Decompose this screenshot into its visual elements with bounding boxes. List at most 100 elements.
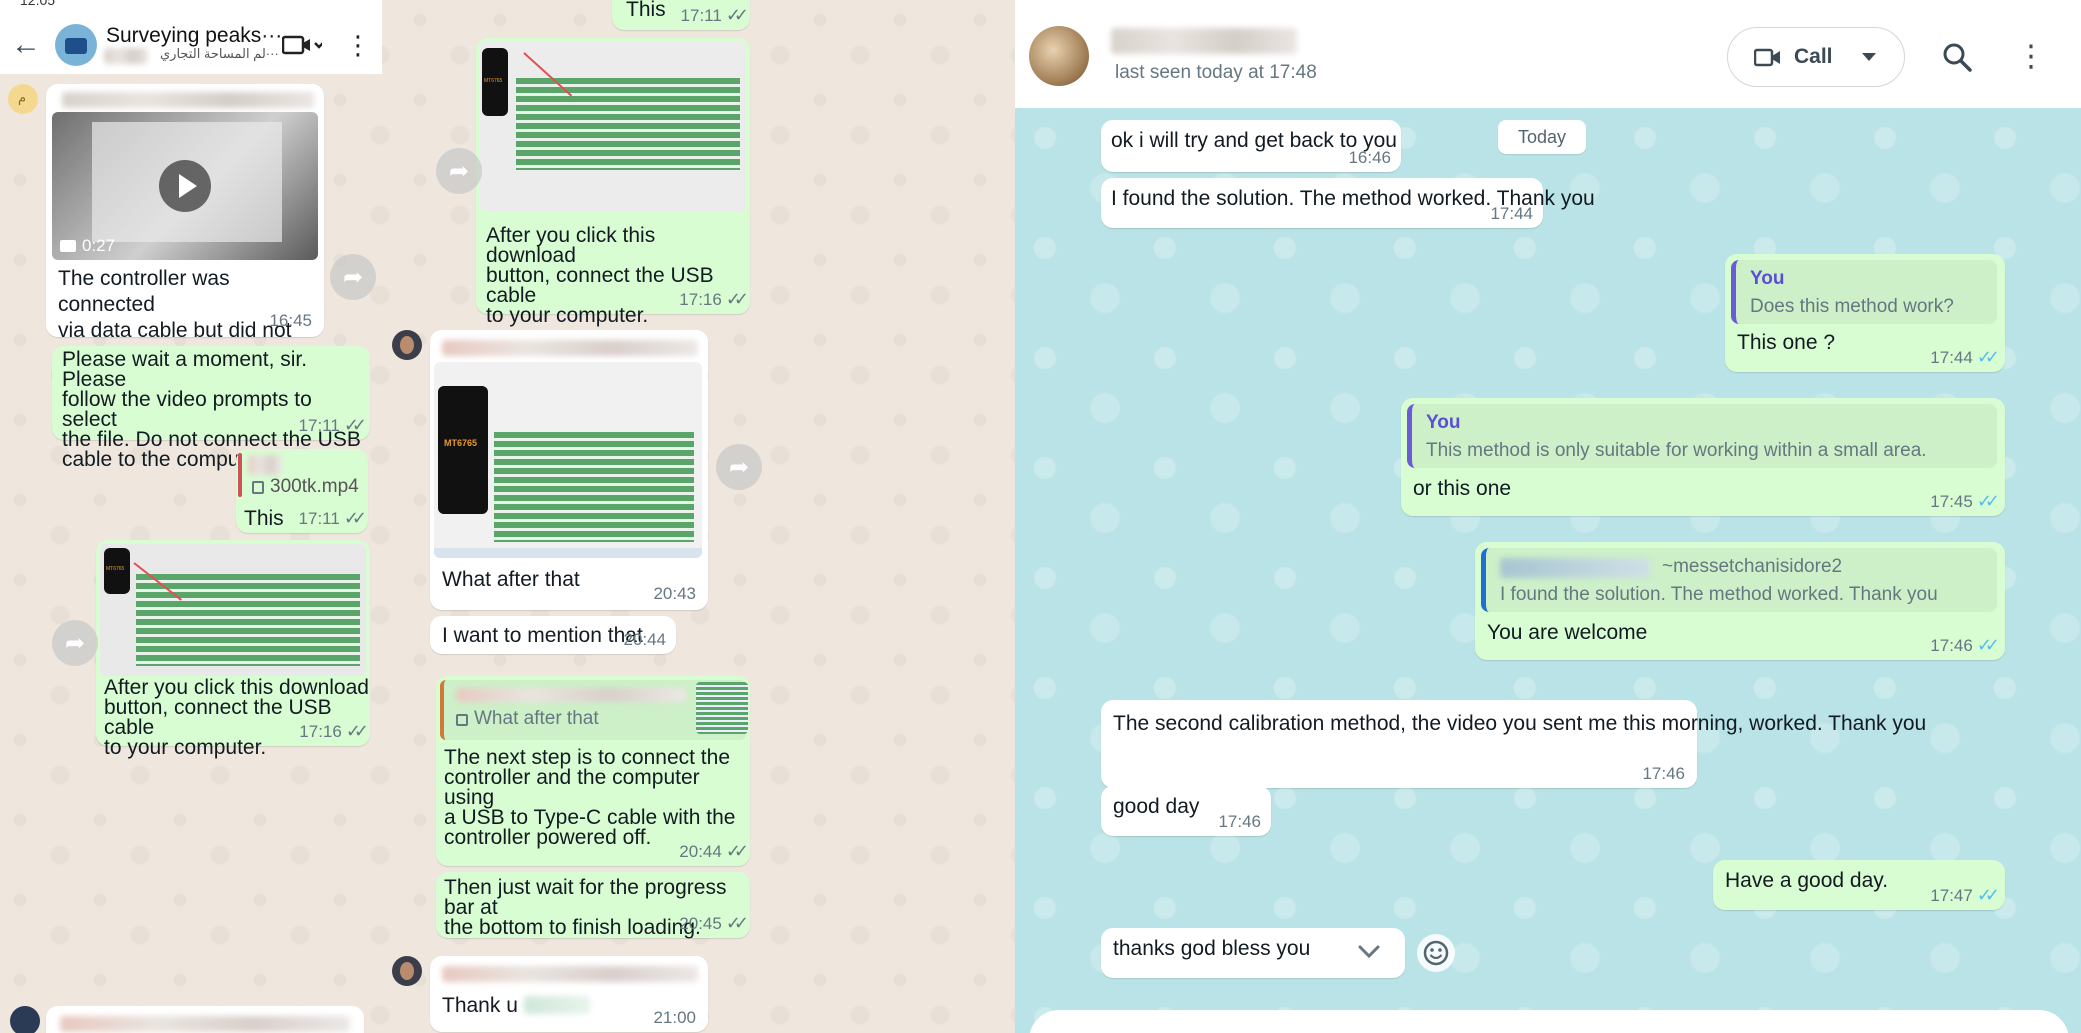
video-thumbnail[interactable]: 0:27	[52, 112, 318, 260]
incoming-message[interactable]: thanks god bless you	[1101, 928, 1405, 978]
image-message[interactable]: MT6765 After you click this download but…	[476, 38, 750, 326]
message-text: thanks god bless you	[1113, 937, 1311, 960]
message-time: 17:11 ✓✓	[298, 508, 368, 528]
incoming-message-partial	[46, 1006, 364, 1033]
message-text: This	[244, 507, 284, 530]
chip-label: MT6765	[444, 438, 478, 448]
chat-title[interactable]: Surveying peaks···	[106, 24, 282, 48]
message-text: Thank u	[442, 994, 518, 1017]
video-duration: 0:27	[82, 236, 116, 255]
desktop-chat-window: last seen today at 17:48 Call ⋮ Today ok…	[1015, 0, 2081, 1033]
double-check-icon: ✓✓	[1976, 885, 2000, 905]
table-rows	[516, 78, 740, 170]
file-icon	[252, 481, 264, 494]
subtitle-redacted	[104, 48, 148, 64]
message-time: 16:45	[269, 311, 312, 330]
message-time: 17:16 ✓✓	[679, 289, 749, 309]
message-text: The next step is to connect the controll…	[444, 746, 736, 849]
reply-message: What after that The next step is to conn…	[436, 676, 750, 866]
double-check-icon: ✓✓	[725, 841, 749, 861]
file-name: 300tk.mp4	[270, 476, 359, 497]
message-time: 20:43	[653, 584, 696, 603]
message-text: You are welcome	[1487, 621, 1648, 644]
more-options-icon[interactable]: ⋮	[2016, 38, 2046, 74]
quote-text: This method is only suitable for working…	[1426, 440, 1927, 461]
message-time: 16:46	[1348, 148, 1391, 167]
status-bar-time: 12:05	[20, 0, 56, 8]
message-text: good day	[1113, 795, 1200, 818]
phone-image: MT6765	[104, 548, 130, 594]
sender-avatar	[392, 956, 422, 986]
image-thumbnail[interactable]: MT6765	[434, 362, 702, 558]
quote-text: I found the solution. The method worked.…	[1500, 584, 1938, 605]
outgoing-message: Then just wait for the progress bar at t…	[436, 872, 750, 938]
reply-quote[interactable]: You Does this method work?	[1731, 260, 1997, 324]
quote-text: What after that	[474, 708, 599, 729]
forward-icon[interactable]: ➦	[716, 444, 762, 490]
double-check-icon: ✓✓	[725, 913, 749, 933]
image-icon	[456, 714, 468, 726]
last-seen-status: last seen today at 17:48	[1115, 62, 1317, 83]
call-button[interactable]: Call	[1727, 27, 1905, 87]
file-reply-accent	[238, 453, 242, 497]
incoming-message: good day 17:46	[1101, 786, 1271, 836]
message-time: 17:11 ✓✓	[298, 415, 368, 435]
chat-header: 12:05 ← Surveying peaks··· لم المساحة ال…	[0, 0, 382, 74]
reply-quote[interactable]: ~messetchanisidore2 I found the solution…	[1481, 548, 1997, 612]
message-time: 17:44 ✓✓	[1930, 347, 2000, 367]
image-thumbnail[interactable]: MT6765	[100, 544, 366, 676]
double-check-icon: ✓✓	[725, 289, 749, 309]
group-avatar[interactable]	[55, 24, 97, 66]
file-message[interactable]: 300tk.mp4 This 17:11 ✓✓	[236, 449, 368, 533]
double-check-icon: ✓✓	[343, 508, 367, 528]
video-camera-icon	[60, 240, 76, 252]
message-time: 17:46	[1218, 812, 1261, 831]
reply-quote[interactable]: You This method is only suitable for wor…	[1407, 404, 1997, 468]
message-time: 20:44 ✓✓	[679, 841, 749, 861]
back-arrow-icon[interactable]: ←	[8, 28, 44, 61]
image-message[interactable]: MT6765 ➦ After you click this download b…	[52, 540, 370, 758]
quote-handle: ~messetchanisidore2	[1662, 556, 1843, 577]
message-time: 20:45 ✓✓	[679, 913, 749, 933]
double-check-icon: ✓✓	[1976, 347, 2000, 367]
double-check-icon: ✓✓	[343, 415, 367, 435]
play-icon[interactable]	[159, 160, 211, 212]
sender-name-redacted	[60, 1016, 350, 1032]
incoming-message: I want to mention that 20:44	[430, 616, 676, 654]
taskbar	[434, 548, 702, 558]
left-phone-screenshot: 12:05 ← Surveying peaks··· لم المساحة ال…	[0, 0, 1015, 1033]
file-redacted	[248, 455, 282, 475]
incoming-message: ok i will try and get back to you 16:46	[1101, 120, 1401, 172]
video-call-icon	[1753, 47, 1782, 74]
message-text: or this one	[1413, 477, 1512, 500]
emoji-reaction-icon[interactable]	[1417, 934, 1455, 972]
forward-icon[interactable]: ➦	[330, 254, 376, 300]
double-check-icon: ✓✓	[1976, 635, 2000, 655]
forward-icon[interactable]: ➦	[52, 620, 98, 666]
message-text: The second calibration method, the video…	[1113, 712, 1927, 735]
message-text: This	[626, 0, 666, 21]
outgoing-message: This 17:11 ✓✓	[612, 0, 750, 30]
message-time: 21:00	[653, 1008, 696, 1027]
message-composer[interactable]	[1029, 1010, 2069, 1033]
call-label: Call	[1794, 45, 1833, 68]
image-message[interactable]: MT6765 What after that 20:43	[430, 330, 708, 610]
outgoing-reply-message: You This method is only suitable for wor…	[1401, 398, 2005, 516]
sender-avatar	[10, 1006, 40, 1033]
outgoing-message: Please wait a moment, sir. Please follow…	[52, 346, 370, 470]
contact-name-redacted[interactable]	[1111, 28, 1297, 54]
forward-icon[interactable]: ➦	[436, 148, 482, 194]
message-time: 17:11 ✓✓	[680, 5, 750, 25]
message-time: 17:46 ✓✓	[1930, 635, 2000, 655]
chip-label: MT6765	[106, 566, 125, 572]
message-menu-chevron-icon[interactable]	[1357, 944, 1381, 965]
image-thumbnail[interactable]: MT6765	[480, 42, 746, 212]
more-options-icon[interactable]: ⋮	[345, 30, 371, 60]
video-call-icon[interactable]	[280, 32, 324, 58]
contact-avatar[interactable]	[1029, 26, 1089, 86]
search-icon[interactable]	[1940, 40, 1974, 74]
quote-author-redacted	[1500, 558, 1650, 578]
table-rows	[136, 574, 360, 666]
video-message-bubble[interactable]: 0:27 The controller was connected via da…	[46, 84, 324, 368]
quote-author: You	[1426, 412, 1461, 433]
